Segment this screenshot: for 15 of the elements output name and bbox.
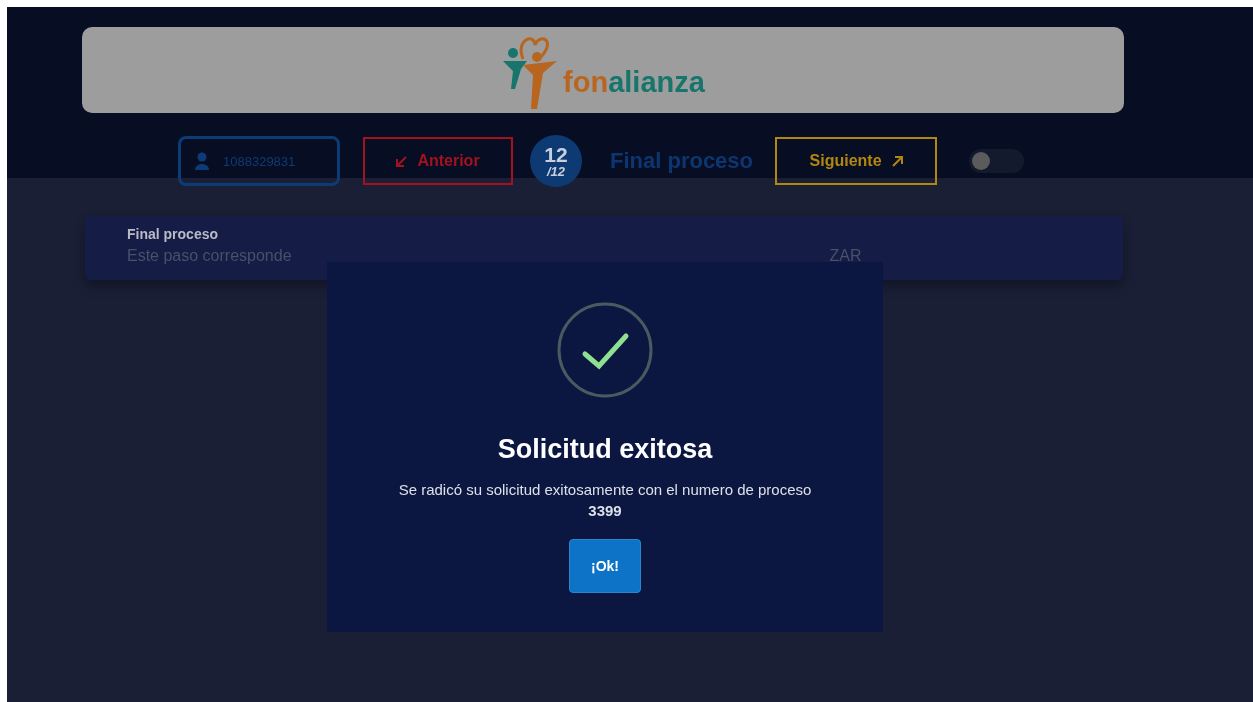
arrow-up-right-icon	[891, 155, 903, 167]
step-title: Final proceso	[610, 148, 754, 174]
dialog-message: Se radicó su solicitud exitosamente con el numero de proceso 3399	[397, 480, 813, 521]
checkmark-icon	[557, 302, 653, 398]
logo-text: fonalianza	[563, 66, 705, 99]
user-icon	[195, 152, 209, 170]
user-id-text: 1088329831	[223, 153, 296, 169]
step-counter: 12 /12	[530, 135, 582, 187]
ok-button[interactable]: ¡Ok!	[569, 539, 641, 593]
card-title: Final proceso	[127, 226, 220, 242]
next-button[interactable]: Siguiente	[775, 137, 938, 185]
arrow-down-left-icon	[396, 155, 408, 167]
previous-button[interactable]: Anterior	[363, 137, 513, 185]
dialog-title: Solicitud exitosa	[497, 434, 713, 465]
theme-toggle[interactable]	[969, 149, 1025, 173]
